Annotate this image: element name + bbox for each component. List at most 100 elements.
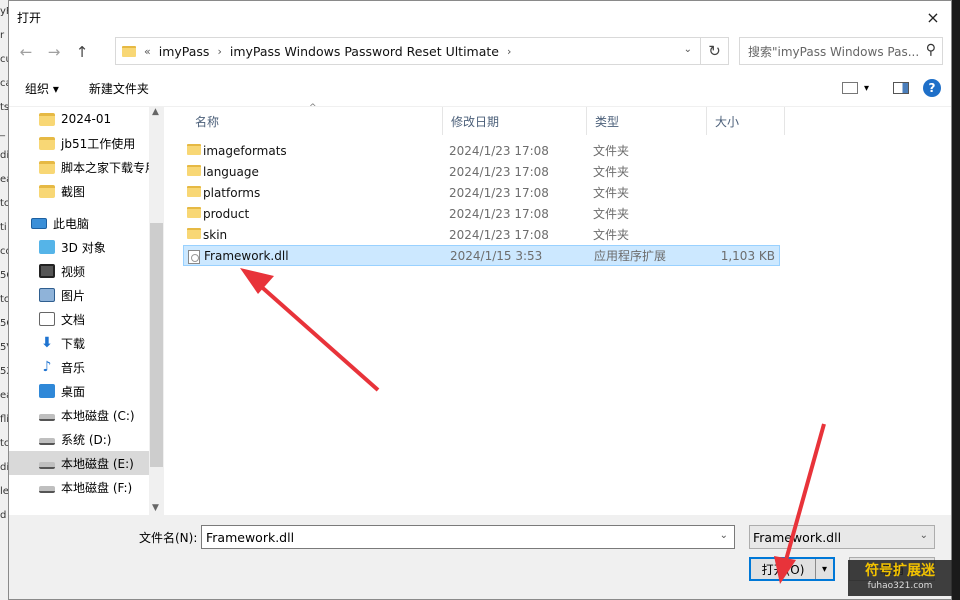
video-icon <box>39 264 55 278</box>
close-icon[interactable]: × <box>921 5 945 29</box>
breadcrumb-imypass[interactable]: imyPass <box>159 44 210 59</box>
file-type: 文件夹 <box>593 207 630 221</box>
column-header-type[interactable]: 类型 <box>587 107 707 135</box>
file-type: 应用程序扩展 <box>594 249 667 263</box>
nav-item[interactable]: 视频 <box>39 259 164 283</box>
back-arrow-icon[interactable]: ← <box>15 41 37 63</box>
folder-icon <box>122 45 136 57</box>
nav-item[interactable]: 本地磁盘 (E:) <box>9 451 149 475</box>
file-size: 1,103 KB <box>720 248 775 263</box>
overflow-chevron-icon[interactable]: « <box>144 45 151 58</box>
nav-item-label: 图片 <box>61 288 86 303</box>
search-input[interactable]: 搜索"imyPass Windows Pas... ⚲ <box>739 37 943 65</box>
file-date: 2024/1/23 17:08 <box>449 164 549 179</box>
open-split-arrow-icon[interactable]: ▾ <box>815 559 833 579</box>
file-type: 文件夹 <box>593 165 630 179</box>
download-icon: ⬇ <box>41 335 53 351</box>
view-dropdown-icon[interactable]: ▾ <box>864 83 869 94</box>
file-row[interactable]: skin 2024/1/23 17:08 文件夹 <box>183 224 780 245</box>
filename-dropdown-icon[interactable]: ⌄ <box>720 530 728 541</box>
nav-item[interactable]: 本地磁盘 (F:) <box>39 475 164 499</box>
file-name: product <box>203 206 250 221</box>
folder-icon <box>39 160 55 174</box>
file-type: 文件夹 <box>593 144 630 158</box>
folder-icon <box>39 184 55 198</box>
new-folder-button[interactable]: 新建文件夹 <box>89 80 149 97</box>
file-row[interactable]: platforms 2024/1/23 17:08 文件夹 <box>183 182 780 203</box>
site-watermark: 符号扩展迷 fuhao321.com <box>848 560 952 596</box>
help-icon[interactable]: ? <box>923 79 941 97</box>
search-icon[interactable]: ⚲ <box>926 42 936 58</box>
window-title: 打开 <box>17 10 42 25</box>
file-type: 文件夹 <box>593 228 630 242</box>
file-date: 2024/1/23 17:08 <box>449 206 549 221</box>
nav-item[interactable]: 桌面 <box>39 379 164 403</box>
drive-icon <box>39 461 55 469</box>
file-row[interactable]: product 2024/1/23 17:08 文件夹 <box>183 203 780 224</box>
computer-icon <box>31 217 47 229</box>
search-placeholder: 搜索"imyPass Windows Pas... <box>748 44 920 59</box>
scroll-up-icon[interactable]: ▲ <box>152 107 159 117</box>
scroll-thumb[interactable] <box>150 223 163 467</box>
nav-item-label: 文档 <box>61 312 86 327</box>
nav-item[interactable]: 3D 对象 <box>39 235 164 259</box>
file-row[interactable]: imageformats 2024/1/23 17:08 文件夹 <box>183 140 780 161</box>
file-row[interactable]: Framework.dll 2024/1/15 3:53 应用程序扩展 1,103 K… <box>183 245 780 266</box>
dll-file-icon <box>188 250 200 264</box>
up-arrow-icon[interactable]: ↑ <box>71 41 93 63</box>
refresh-icon[interactable]: ↻ <box>701 37 729 65</box>
breadcrumb-product-folder[interactable]: imyPass Windows Password Reset Ultimate <box>230 44 499 59</box>
open-button[interactable]: 打开(O) ▾ <box>749 557 835 581</box>
filetype-select[interactable]: Framework.dll ⌄ <box>749 525 935 549</box>
nav-item-label: jb51工作使用 <box>61 136 136 151</box>
folder-icon <box>187 207 201 218</box>
nav-item[interactable]: 此电脑 <box>31 211 164 235</box>
drive-icon <box>39 437 55 445</box>
nav-item[interactable]: 系统 (D:) <box>39 427 164 451</box>
organize-menu-button[interactable]: 组织 ▾ <box>25 80 59 97</box>
nav-item-label: 截图 <box>61 184 86 199</box>
nav-item[interactable]: ♪ 音乐 <box>39 355 164 379</box>
picture-icon <box>39 288 55 302</box>
filename-input[interactable]: Framework.dll ⌄ <box>201 525 735 549</box>
nav-item[interactable]: 图片 <box>39 283 164 307</box>
nav-item-label: 本地磁盘 (E:) <box>61 456 134 471</box>
navigation-scrollbar[interactable]: ▲ ▼ <box>149 107 164 515</box>
nav-item[interactable]: jb51工作使用 <box>39 131 164 155</box>
column-header-name[interactable]: 名称 ^ <box>179 103 443 135</box>
breadcrumb-separator-icon[interactable]: › <box>217 45 221 58</box>
nav-item[interactable]: 脚本之家下载专用 <box>39 155 164 179</box>
column-header-size[interactable]: 大小 <box>707 107 785 135</box>
nav-item[interactable]: 文档 <box>39 307 164 331</box>
file-row[interactable]: language 2024/1/23 17:08 文件夹 <box>183 161 780 182</box>
address-row: ← → ↑ « imyPass › imyPass Windows Passwo… <box>9 33 951 71</box>
nav-item-label: 本地磁盘 (F:) <box>61 480 133 495</box>
nav-item[interactable]: 本地磁盘 (C:) <box>39 403 164 427</box>
filename-value: Framework.dll <box>206 529 295 545</box>
preview-pane-icon[interactable] <box>893 82 909 94</box>
address-dropdown-icon[interactable]: ⌄ <box>684 44 692 55</box>
address-bar[interactable]: « imyPass › imyPass Windows Password Res… <box>115 37 701 65</box>
nav-item-label: 3D 对象 <box>61 240 106 255</box>
filetype-dropdown-icon[interactable]: ⌄ <box>920 530 928 541</box>
file-name: language <box>203 164 259 179</box>
nav-item[interactable]: 2024-01 <box>39 107 164 131</box>
nav-item[interactable]: ⬇ 下载 <box>39 331 164 355</box>
open-file-dialog: 打开 × ← → ↑ « imyPass › imyPass Windows P… <box>8 0 952 600</box>
file-date: 2024/1/15 3:53 <box>450 248 543 263</box>
music-icon: ♪ <box>42 359 52 375</box>
file-name: platforms <box>203 185 261 200</box>
view-details-icon[interactable] <box>841 82 858 94</box>
file-name: Framework.dll <box>204 248 289 263</box>
filename-label: 文件名(N): <box>139 531 198 545</box>
desktop-icon <box>39 384 55 398</box>
file-date: 2024/1/23 17:08 <box>449 227 549 242</box>
scroll-down-icon[interactable]: ▼ <box>152 503 159 513</box>
nav-item-label: 视频 <box>61 264 86 279</box>
column-header-date[interactable]: 修改日期 <box>443 107 587 135</box>
forward-arrow-icon[interactable]: → <box>43 41 65 63</box>
folder-icon <box>187 186 201 197</box>
nav-item[interactable]: 截图 <box>39 179 164 203</box>
breadcrumb-separator-icon[interactable]: › <box>507 45 511 58</box>
cube-icon <box>39 240 55 254</box>
